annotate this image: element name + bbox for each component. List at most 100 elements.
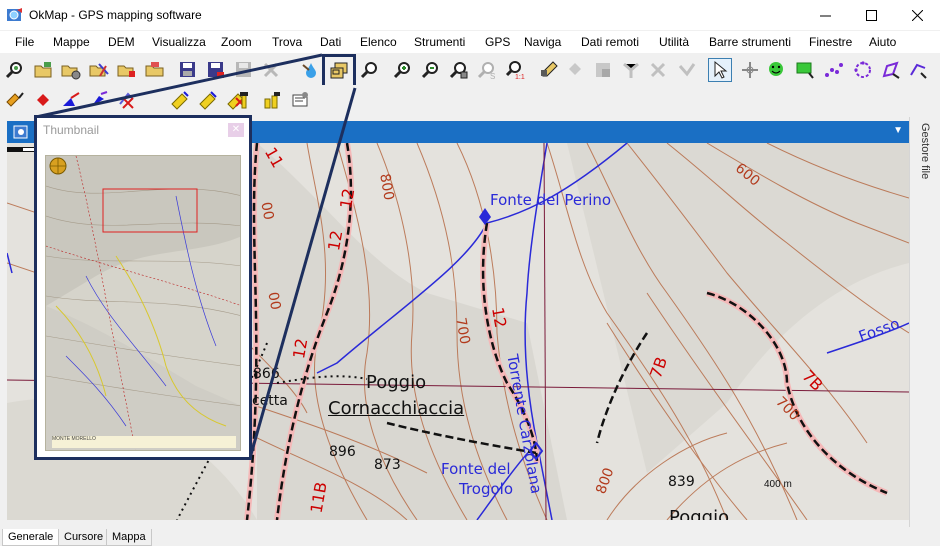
thumbnail-map[interactable]: MONTE MORELLO — [45, 155, 241, 451]
marker2-disabled-button[interactable] — [675, 58, 699, 82]
zoom-1-1-button[interactable]: 1:1 — [503, 58, 527, 82]
menu-file[interactable]: File — [15, 35, 34, 49]
note-button[interactable] — [793, 58, 817, 82]
open-map-button[interactable] — [31, 58, 55, 82]
draw-button[interactable] — [879, 58, 903, 82]
brush-button[interactable] — [87, 88, 111, 112]
menu-naviga[interactable]: Naviga — [524, 35, 561, 49]
zoom-out-icon — [421, 62, 438, 79]
diamond-button[interactable] — [31, 88, 55, 112]
open-folder-icon — [34, 62, 52, 78]
ruler-button[interactable] — [168, 88, 192, 112]
document-icon[interactable] — [13, 124, 29, 140]
trail-label-12-c: 12 — [289, 336, 312, 361]
menu-dati[interactable]: Dati — [320, 35, 341, 49]
waypoint-disabled-button[interactable] — [563, 58, 587, 82]
trail-label-12-b: 12 — [324, 228, 347, 253]
folder-open-button[interactable] — [143, 58, 167, 82]
menu-barre-strumenti[interactable]: Barre strumenti — [709, 35, 791, 49]
triangle-button[interactable] — [59, 88, 83, 112]
search-button[interactable] — [358, 58, 382, 82]
save-disabled-button[interactable] — [232, 58, 256, 82]
properties-button[interactable] — [288, 88, 312, 112]
minimize-button[interactable] — [802, 0, 848, 30]
erase-button[interactable] — [115, 88, 139, 112]
print-disabled-button[interactable] — [260, 58, 284, 82]
waypoint-disabled-icon — [569, 63, 581, 75]
properties-icon — [292, 92, 308, 107]
menu-strumenti[interactable]: Strumenti — [414, 35, 465, 49]
file-manager-panel[interactable]: Gestore file — [909, 117, 940, 527]
contour-label-00-a: 00 — [257, 200, 277, 222]
pointer-button[interactable] — [708, 58, 732, 82]
tab-mappa[interactable]: Mappa — [106, 529, 152, 546]
triangle-icon — [63, 92, 80, 106]
polygon-icon — [854, 61, 871, 78]
marker-disabled-button[interactable] — [647, 58, 671, 82]
crosshair-button[interactable] — [738, 58, 762, 82]
svg-text:1:1: 1:1 — [515, 74, 525, 80]
close-icon — [911, 9, 923, 21]
zoom-in-button[interactable] — [391, 58, 415, 82]
drop-button[interactable] — [299, 58, 323, 82]
brush-icon — [92, 91, 108, 106]
trail-label-12-a: 12 — [336, 186, 359, 211]
thumbnail-button[interactable] — [322, 54, 356, 88]
find-map-button[interactable] — [3, 58, 27, 82]
tab-generale[interactable]: Generale — [2, 529, 60, 546]
link-button[interactable] — [906, 58, 930, 82]
thumbnail-caption: MONTE MORELLO — [52, 436, 236, 448]
pencil-button[interactable] — [3, 88, 27, 112]
window-title: OkMap - GPS mapping software — [29, 8, 202, 22]
open-settings-button[interactable] — [59, 58, 83, 82]
folder-tools-button[interactable] — [87, 58, 111, 82]
menu-zoom[interactable]: Zoom — [221, 35, 252, 49]
maximize-button[interactable] — [848, 0, 894, 30]
zoom-1-1-icon: 1:1 — [505, 61, 525, 80]
close-button[interactable] — [894, 0, 940, 30]
tab-dropdown-icon[interactable]: ▼ — [893, 125, 903, 136]
thumbnail-close-button[interactable]: ✕ — [228, 123, 244, 137]
zoom-fit-icon — [449, 62, 468, 79]
menu-elenco[interactable]: Elenco — [360, 35, 397, 49]
find-map-icon — [5, 62, 22, 79]
save-disabled-icon — [236, 62, 251, 77]
svg-text:S: S — [490, 72, 495, 80]
pencil-icon — [6, 92, 24, 107]
zoom-fit-button[interactable] — [447, 58, 471, 82]
spot-height-839: 839 — [668, 474, 695, 490]
save-button[interactable] — [176, 58, 200, 82]
smiley-button[interactable] — [764, 58, 788, 82]
save-icon — [180, 62, 195, 77]
menu-visualizza[interactable]: Visualizza — [152, 35, 206, 49]
file-manager-label[interactable]: Gestore file — [919, 123, 931, 179]
dots-button[interactable] — [822, 58, 846, 82]
edit-button[interactable] — [537, 58, 561, 82]
thumbnail-panel[interactable]: Thumbnail ✕ MONTE MORELLO — [34, 115, 252, 460]
track-disabled-button[interactable] — [619, 58, 643, 82]
label-poggio: Poggio — [366, 372, 427, 393]
menu-trova[interactable]: Trova — [272, 35, 302, 49]
menu-utilita[interactable]: Utilità — [659, 35, 689, 49]
flags-button[interactable] — [260, 88, 284, 112]
marker2-disabled-icon — [678, 63, 696, 77]
menu-gps[interactable]: GPS — [485, 35, 510, 49]
zoom-out-button[interactable] — [419, 58, 443, 82]
marker-disabled-icon — [650, 62, 666, 78]
menu-dem[interactable]: DEM — [108, 35, 135, 49]
tab-cursore[interactable]: Cursore — [58, 529, 110, 546]
menu-finestre[interactable]: Finestre — [809, 35, 852, 49]
route-disabled-button[interactable] — [591, 58, 615, 82]
label-fonte-trogolo-1: Fonte del — [441, 460, 511, 478]
ruler-edit-button[interactable] — [196, 88, 220, 112]
folder-open-icon — [145, 62, 164, 77]
menu-dati-remoti[interactable]: Dati remoti — [581, 35, 639, 49]
flag-button[interactable] — [232, 88, 256, 112]
folder-delete-button[interactable] — [115, 58, 139, 82]
zoom-disabled-button[interactable]: S — [475, 58, 499, 82]
menu-mappe[interactable]: Mappe — [53, 35, 90, 49]
print-disabled-icon — [263, 62, 279, 78]
polygon-button[interactable] — [851, 58, 875, 82]
save-as-button[interactable] — [204, 58, 228, 82]
menu-aiuto[interactable]: Aiuto — [869, 35, 896, 49]
